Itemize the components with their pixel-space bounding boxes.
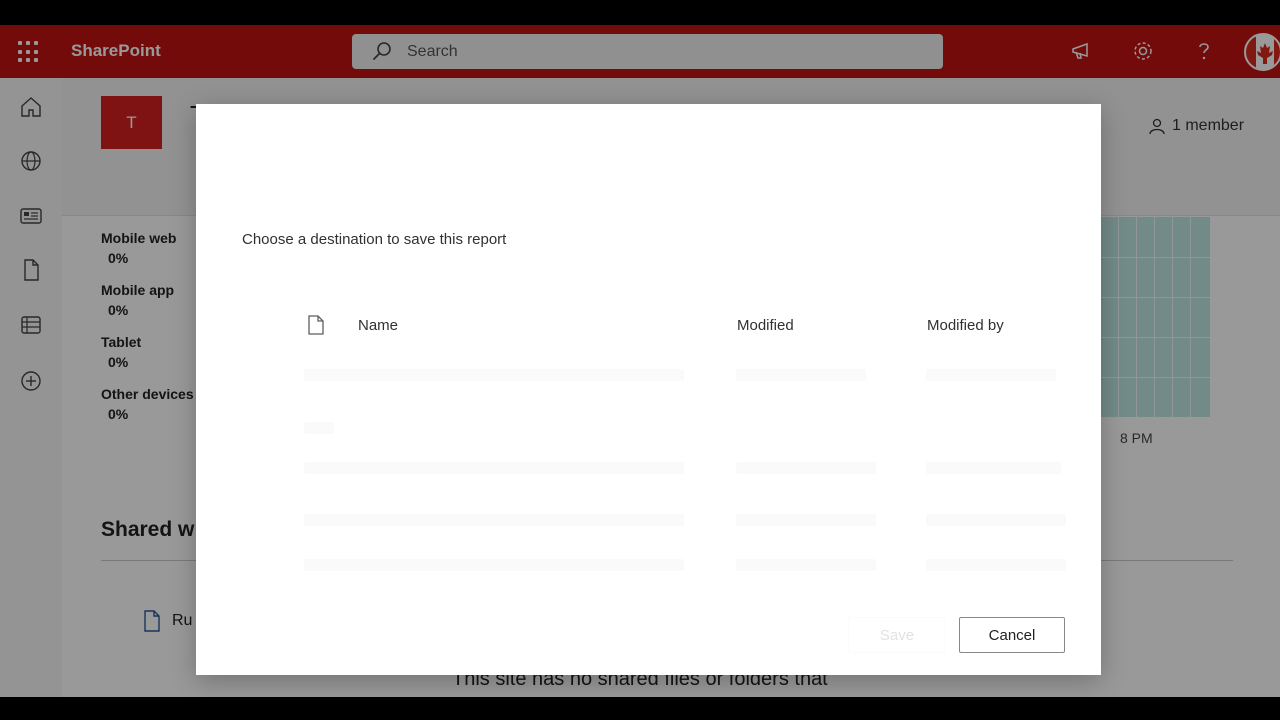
file-type-column-icon (308, 315, 324, 335)
loading-placeholder-row (736, 369, 866, 381)
loading-placeholder-row (926, 514, 1066, 526)
letterbox-bottom (0, 697, 1280, 720)
loading-placeholder-row (304, 514, 684, 526)
loading-placeholder-row (926, 462, 1061, 474)
sharepoint-app: SharePoint Search T 1 member Mobile web … (0, 25, 1280, 697)
loading-placeholder-row (736, 462, 876, 474)
loading-placeholder-row (736, 514, 876, 526)
loading-placeholder-row (304, 369, 684, 381)
loading-placeholder-row (304, 559, 684, 571)
loading-placeholder-row (926, 369, 1056, 381)
save-button[interactable]: Save (848, 617, 946, 653)
loading-placeholder-row (304, 462, 684, 474)
loading-placeholder-row (926, 559, 1066, 571)
column-header-modified-by[interactable]: Modified by (927, 317, 1004, 334)
column-header-modified[interactable]: Modified (737, 317, 794, 334)
letterbox-top (0, 0, 1280, 25)
save-report-dialog: Choose a destination to save this report… (196, 104, 1101, 675)
column-header-name[interactable]: Name (358, 317, 398, 334)
loading-placeholder-row (304, 422, 334, 434)
loading-placeholder-row (736, 559, 876, 571)
dialog-prompt: Choose a destination to save this report (242, 231, 507, 248)
cancel-button[interactable]: Cancel (959, 617, 1065, 653)
